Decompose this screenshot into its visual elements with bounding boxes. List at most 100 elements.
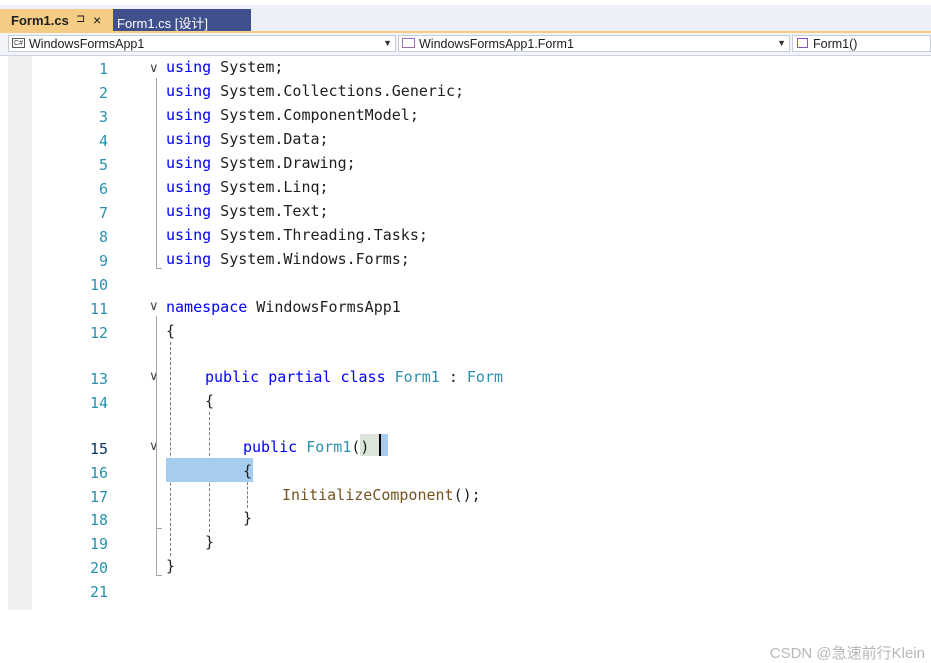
watermark: CSDN @急速前行Klein <box>769 645 925 662</box>
csharp-project-icon: C# <box>12 38 25 48</box>
class-dropdown[interactable]: WindowsFormsApp1.Form1 ▼ <box>398 35 790 52</box>
member-dropdown-value: Form1() <box>813 37 858 51</box>
keyword: using <box>166 130 212 148</box>
code-line[interactable]: using System.ComponentModel; <box>166 106 419 124</box>
code-line[interactable]: public partial class Form1 : Form <box>205 368 503 386</box>
type-name: Form1 <box>306 438 352 456</box>
keyword: using <box>166 82 212 100</box>
chevron-down-icon[interactable]: ▼ <box>777 38 786 48</box>
line-number: 16 <box>89 464 108 482</box>
open-brace: { <box>205 392 215 410</box>
code-text: : <box>439 368 467 386</box>
collapse-chevron-icon[interactable]: ∨ <box>149 369 159 384</box>
line-number: 13 <box>89 370 108 388</box>
keyword: using <box>166 58 212 76</box>
collapse-chevron-icon[interactable]: ∨ <box>149 299 159 314</box>
project-dropdown[interactable]: C# WindowsFormsApp1 ▼ <box>8 35 396 52</box>
project-dropdown-value: WindowsFormsApp1 <box>29 37 145 51</box>
brace-guide-line <box>170 342 171 556</box>
navigation-bar: C# WindowsFormsApp1 ▼ WindowsFormsApp1.F… <box>0 33 931 56</box>
keyword: using <box>166 178 212 196</box>
code-text: System.Text; <box>211 202 329 220</box>
line-number: 4 <box>98 132 108 150</box>
keyword: public partial class <box>205 368 386 386</box>
code-text: System.Data; <box>211 130 329 148</box>
tab-form1-cs[interactable]: Form1.cs ⊐ × <box>0 9 113 33</box>
close-brace: } <box>243 509 253 527</box>
code-line[interactable]: using System.Windows.Forms; <box>166 250 410 268</box>
code-line[interactable]: { <box>243 462 252 480</box>
close-brace: } <box>205 533 215 551</box>
text-selection <box>166 458 253 482</box>
code-text: System.Linq; <box>211 178 329 196</box>
type-name: Form1 <box>394 368 440 386</box>
line-number: 21 <box>89 583 108 601</box>
method-name: InitializeComponent <box>282 486 454 504</box>
code-line[interactable]: } <box>166 557 175 575</box>
paren-pair: () <box>351 438 370 456</box>
code-line[interactable]: using System.Drawing; <box>166 154 356 172</box>
fold-range-end <box>156 268 162 269</box>
code-line[interactable]: using System.Linq; <box>166 178 329 196</box>
code-text: System.ComponentModel; <box>211 106 419 124</box>
line-number: 7 <box>98 204 108 222</box>
brace-guide-line <box>247 482 248 508</box>
line-number: 18 <box>89 511 108 529</box>
keyword: using <box>166 154 212 172</box>
keyword: using <box>166 250 212 268</box>
member-dropdown[interactable]: Form1() <box>792 35 931 52</box>
tab-bar-top-strip <box>0 0 931 5</box>
tab-label: Form1.cs <box>11 13 69 28</box>
open-brace: { <box>243 462 253 480</box>
class-icon <box>402 38 415 48</box>
keyword: public <box>243 438 298 456</box>
code-line[interactable]: { <box>205 392 214 410</box>
code-text: System.Drawing; <box>211 154 356 172</box>
text-caret <box>379 434 388 456</box>
line-number: 19 <box>89 535 108 553</box>
open-brace: { <box>166 322 176 340</box>
line-number: 20 <box>89 559 108 577</box>
code-text: System.Windows.Forms; <box>211 250 410 268</box>
line-number: 3 <box>98 108 108 126</box>
keyword: namespace <box>166 298 248 316</box>
class-dropdown-value: WindowsFormsApp1.Form1 <box>419 37 574 51</box>
code-line[interactable]: using System.Threading.Tasks; <box>166 226 428 244</box>
code-line[interactable]: { <box>166 322 175 340</box>
keyword: using <box>166 202 212 220</box>
code-line[interactable]: using System.Text; <box>166 202 329 220</box>
code-line[interactable]: using System.Data; <box>166 130 329 148</box>
code-editor[interactable]: 1 2 3 4 5 6 7 8 9 10 11 12 13 14 15 16 1… <box>0 56 931 662</box>
keyword: using <box>166 106 212 124</box>
close-icon[interactable]: × <box>93 12 101 28</box>
fold-range-line <box>156 78 157 268</box>
type-name: Form <box>466 368 504 386</box>
line-number-current: 15 <box>89 440 108 458</box>
collapse-chevron-icon[interactable]: ∨ <box>149 61 159 76</box>
collapse-chevron-icon[interactable]: ∨ <box>149 439 159 454</box>
fold-range-end <box>156 528 162 529</box>
line-number: 8 <box>98 228 108 246</box>
code-line[interactable]: InitializeComponent(); <box>282 486 481 504</box>
chevron-down-icon[interactable]: ▼ <box>383 38 392 48</box>
line-number: 2 <box>98 84 108 102</box>
code-line[interactable]: namespace WindowsFormsApp1 <box>166 298 401 316</box>
code-line[interactable]: } <box>243 509 252 527</box>
line-number: 5 <box>98 156 108 174</box>
line-number: 11 <box>89 300 108 318</box>
line-number: 10 <box>89 276 108 294</box>
code-line[interactable]: using System.Collections.Generic; <box>166 82 464 100</box>
code-line[interactable]: } <box>205 533 214 551</box>
code-text: System; <box>211 58 284 76</box>
close-brace: } <box>166 557 176 575</box>
tab-form1-designer[interactable]: Form1.cs [设计] <box>113 9 251 33</box>
indicator-margin <box>8 56 32 610</box>
tab-label: Form1.cs [设计] <box>117 16 209 31</box>
pin-icon[interactable]: ⊐ <box>76 12 85 25</box>
line-number: 14 <box>89 394 108 412</box>
code-line[interactable]: public Form1() <box>243 438 369 456</box>
document-tab-bar: Form1.cs ⊐ × Form1.cs [设计] <box>0 0 931 33</box>
line-number: 12 <box>89 324 108 342</box>
code-line[interactable]: using System; <box>166 58 283 76</box>
line-number: 17 <box>89 488 108 506</box>
